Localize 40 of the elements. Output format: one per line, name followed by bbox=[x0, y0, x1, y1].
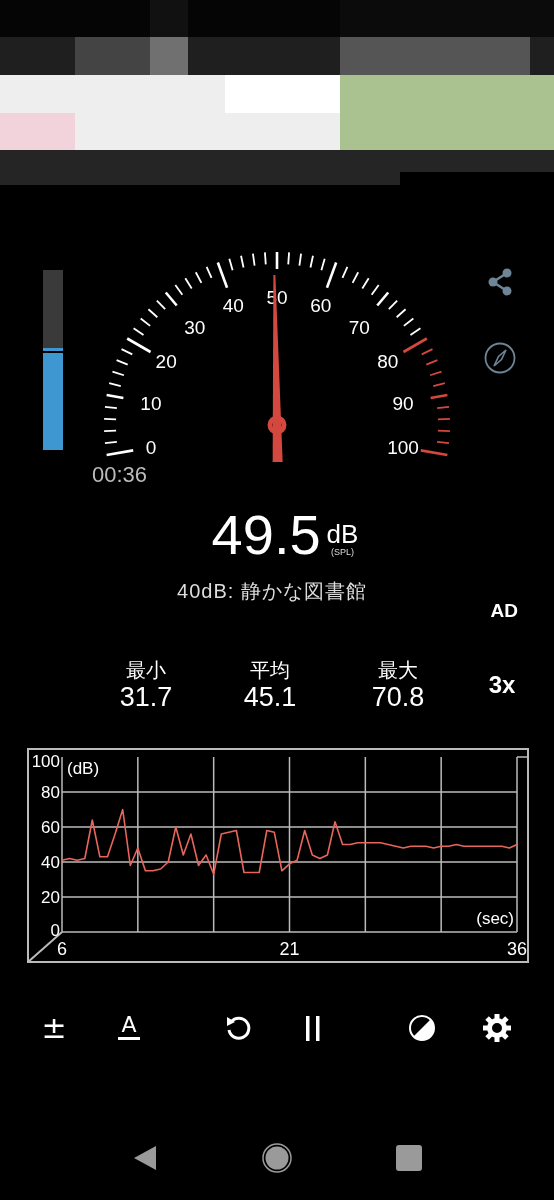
stat-value: 70.8 bbox=[371, 682, 425, 712]
axis-label: (dB) bbox=[67, 759, 100, 778]
tick-label: 36 bbox=[507, 939, 527, 959]
stat-label: 平均 bbox=[250, 658, 290, 682]
stat-value: 45.1 bbox=[243, 682, 297, 712]
recents-icon[interactable] bbox=[394, 1143, 424, 1173]
compass-icon[interactable] bbox=[484, 342, 516, 374]
gauge-label: 100 bbox=[387, 437, 419, 459]
tick-label: 100 bbox=[31, 752, 60, 771]
weighting-button[interactable]: A bbox=[118, 1013, 140, 1040]
gauge-label: 20 bbox=[155, 351, 177, 372]
stat-label: 最小 bbox=[126, 658, 166, 682]
gauge-label: 90 bbox=[392, 392, 414, 414]
tick-label: 0 bbox=[50, 921, 60, 940]
ad-label[interactable]: AD bbox=[490, 600, 518, 622]
tick-label: 40 bbox=[41, 853, 60, 872]
stat-label: 最大 bbox=[378, 658, 418, 682]
gauge-label: 10 bbox=[140, 392, 162, 414]
unit-label: dB bbox=[326, 521, 359, 547]
share-icon[interactable] bbox=[487, 268, 513, 296]
home-icon[interactable] bbox=[262, 1143, 292, 1173]
elapsed-time: 00:36 bbox=[92, 462, 148, 488]
gauge-label: 30 bbox=[184, 316, 206, 338]
stat-value: 31.7 bbox=[119, 682, 173, 712]
tick-label: 80 bbox=[41, 783, 60, 802]
calibrate-button[interactable]: ± bbox=[34, 1013, 74, 1043]
tick-label: 6 bbox=[57, 939, 67, 959]
zoom-label[interactable]: 3x bbox=[488, 671, 516, 699]
tick-label: 21 bbox=[279, 939, 300, 959]
gauge-label: 40 bbox=[222, 294, 244, 316]
tick-label: 20 bbox=[41, 888, 60, 907]
level-description: 40dB: 静かな図書館 bbox=[177, 580, 367, 602]
weighting-label: (SPL) bbox=[331, 547, 354, 558]
tick-label: 60 bbox=[41, 818, 60, 837]
sound-level-reading: 49.5 bbox=[211, 506, 321, 564]
gauge-label: 80 bbox=[377, 351, 399, 372]
gauge-label: 0 bbox=[145, 437, 157, 459]
gauge-label: 60 bbox=[310, 294, 332, 316]
gauge-label: 70 bbox=[348, 316, 370, 338]
axis-label: (sec) bbox=[476, 909, 514, 928]
